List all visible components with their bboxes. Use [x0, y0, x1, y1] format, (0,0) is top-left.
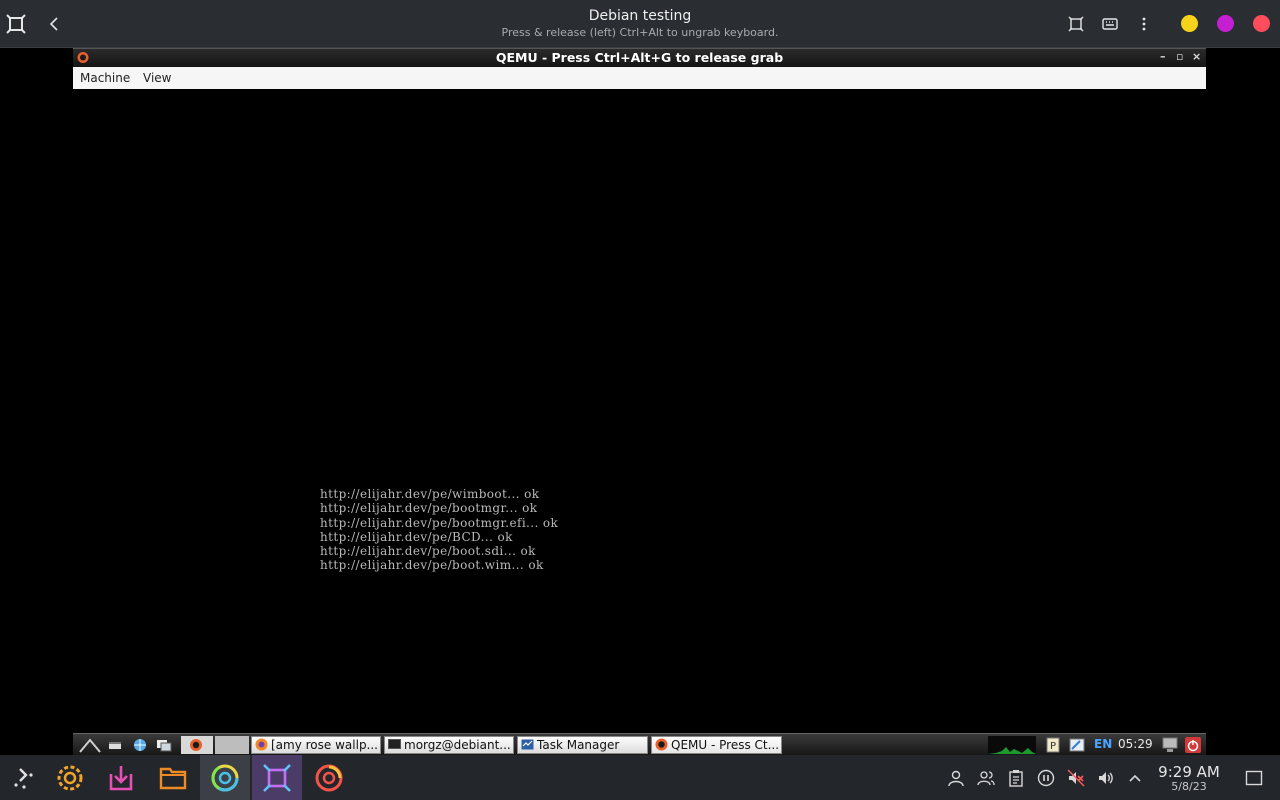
files-icon[interactable] [148, 755, 198, 800]
windows-icon[interactable] [155, 737, 173, 753]
taskbar-clock-date[interactable]: 5/8/23 [1150, 780, 1228, 793]
close-button[interactable]: × [1192, 50, 1201, 63]
terminal-icon[interactable] [107, 737, 125, 753]
guest-panel: [amy rose wallp... morgz@debiant... Task… [73, 733, 1206, 756]
discover-icon[interactable] [96, 755, 146, 800]
virtual-machine-icon[interactable] [252, 755, 302, 800]
task-label: QEMU - Press Ct... [671, 738, 780, 752]
display-icon[interactable] [1161, 737, 1179, 753]
purple-dot-button[interactable] [1217, 15, 1234, 32]
show-desktop-icon[interactable] [1244, 768, 1264, 788]
red-dot-button[interactable] [1253, 15, 1270, 32]
task-terminal[interactable]: morgz@debiant... [384, 736, 514, 754]
terminal-icon [388, 739, 401, 749]
task-task-manager[interactable]: Task Manager [517, 736, 648, 754]
menu-view[interactable]: View [143, 71, 171, 85]
mute-icon[interactable] [1066, 768, 1086, 788]
restore-button[interactable]: ▫ [1176, 50, 1183, 63]
cpu-graph [988, 736, 1036, 754]
host-top-bar: Debian testing Press & release (left) Ct… [0, 0, 1280, 48]
task-label: Task Manager [537, 738, 620, 752]
guest-clock[interactable]: 05:29 [1118, 737, 1153, 751]
qemu-icon [655, 738, 668, 751]
keyboard-layout[interactable]: EN [1094, 737, 1112, 751]
qemu-titlebar[interactable]: QEMU - Press Ctrl+Alt+G to release grab … [73, 48, 1206, 68]
users-icon[interactable] [976, 768, 996, 788]
window-title: Debian testing [588, 8, 692, 24]
boot-log-line: http://elijahr.dev/pe/bootmgr.efi... ok [320, 515, 559, 530]
task-label: morgz@debiant... [404, 738, 511, 752]
menu-machine[interactable]: Machine [80, 71, 130, 85]
application-launcher-icon[interactable] [0, 755, 50, 800]
pause-icon[interactable] [1036, 768, 1056, 788]
boot-log-line: http://elijahr.dev/pe/boot.wim... ok [320, 558, 544, 573]
boot-log: http://elijahr.dev/pe/wimboot... ok http… [320, 487, 558, 573]
minimize-button[interactable]: – [1160, 50, 1166, 63]
active-launcher[interactable] [181, 736, 213, 754]
chevron-up-icon[interactable] [1125, 768, 1145, 788]
workspace-switcher[interactable] [215, 736, 249, 754]
task-label: [amy rose wallp... [271, 738, 378, 752]
chrome-icon[interactable] [200, 755, 250, 800]
menu-icon[interactable] [79, 737, 101, 753]
qemu-menubar: Machine View [73, 67, 1206, 90]
host-taskbar: 9:29 AM 5/8/23 [0, 755, 1280, 800]
task-manager-icon [521, 739, 534, 750]
network-status-icon[interactable] [1068, 737, 1086, 753]
svg-text:P: P [1050, 741, 1056, 752]
vm-display[interactable]: http://elijahr.dev/pe/wimboot... ok http… [73, 89, 1206, 733]
task-qemu[interactable]: QEMU - Press Ct... [651, 736, 782, 754]
clipboard-icon[interactable] [1006, 768, 1026, 788]
network-icon[interactable] [131, 737, 149, 753]
volume-icon[interactable] [1096, 768, 1116, 788]
more-options-icon[interactable] [1132, 12, 1156, 36]
window-subtitle: Press & release (left) Ctrl+Alt to ungra… [501, 26, 779, 39]
taskbar-clock-time[interactable]: 9:29 AM [1150, 763, 1228, 781]
power-icon[interactable] [1184, 737, 1202, 753]
yellow-dot-button[interactable] [1181, 15, 1198, 32]
firefox-icon [255, 738, 268, 751]
task-firefox[interactable]: [amy rose wallp... [251, 736, 381, 754]
boot-log-line: http://elijahr.dev/pe/boot.sdi... ok [320, 544, 536, 559]
firefox-icon[interactable] [304, 755, 354, 800]
user-icon[interactable] [946, 768, 966, 788]
boot-log-line: http://elijahr.dev/pe/bootmgr... ok [320, 501, 538, 516]
fullscreen-icon[interactable] [1064, 12, 1088, 36]
qemu-icon [190, 739, 202, 751]
boot-log-line: http://elijahr.dev/pe/BCD... ok [320, 529, 513, 544]
qemu-title: QEMU - Press Ctrl+Alt+G to release grab [495, 50, 784, 65]
settings-icon[interactable] [45, 755, 95, 800]
clipboard-icon[interactable]: P [1044, 737, 1062, 753]
keyboard-icon[interactable] [1098, 12, 1122, 36]
boot-log-line: http://elijahr.dev/pe/wimboot... ok [320, 487, 540, 501]
